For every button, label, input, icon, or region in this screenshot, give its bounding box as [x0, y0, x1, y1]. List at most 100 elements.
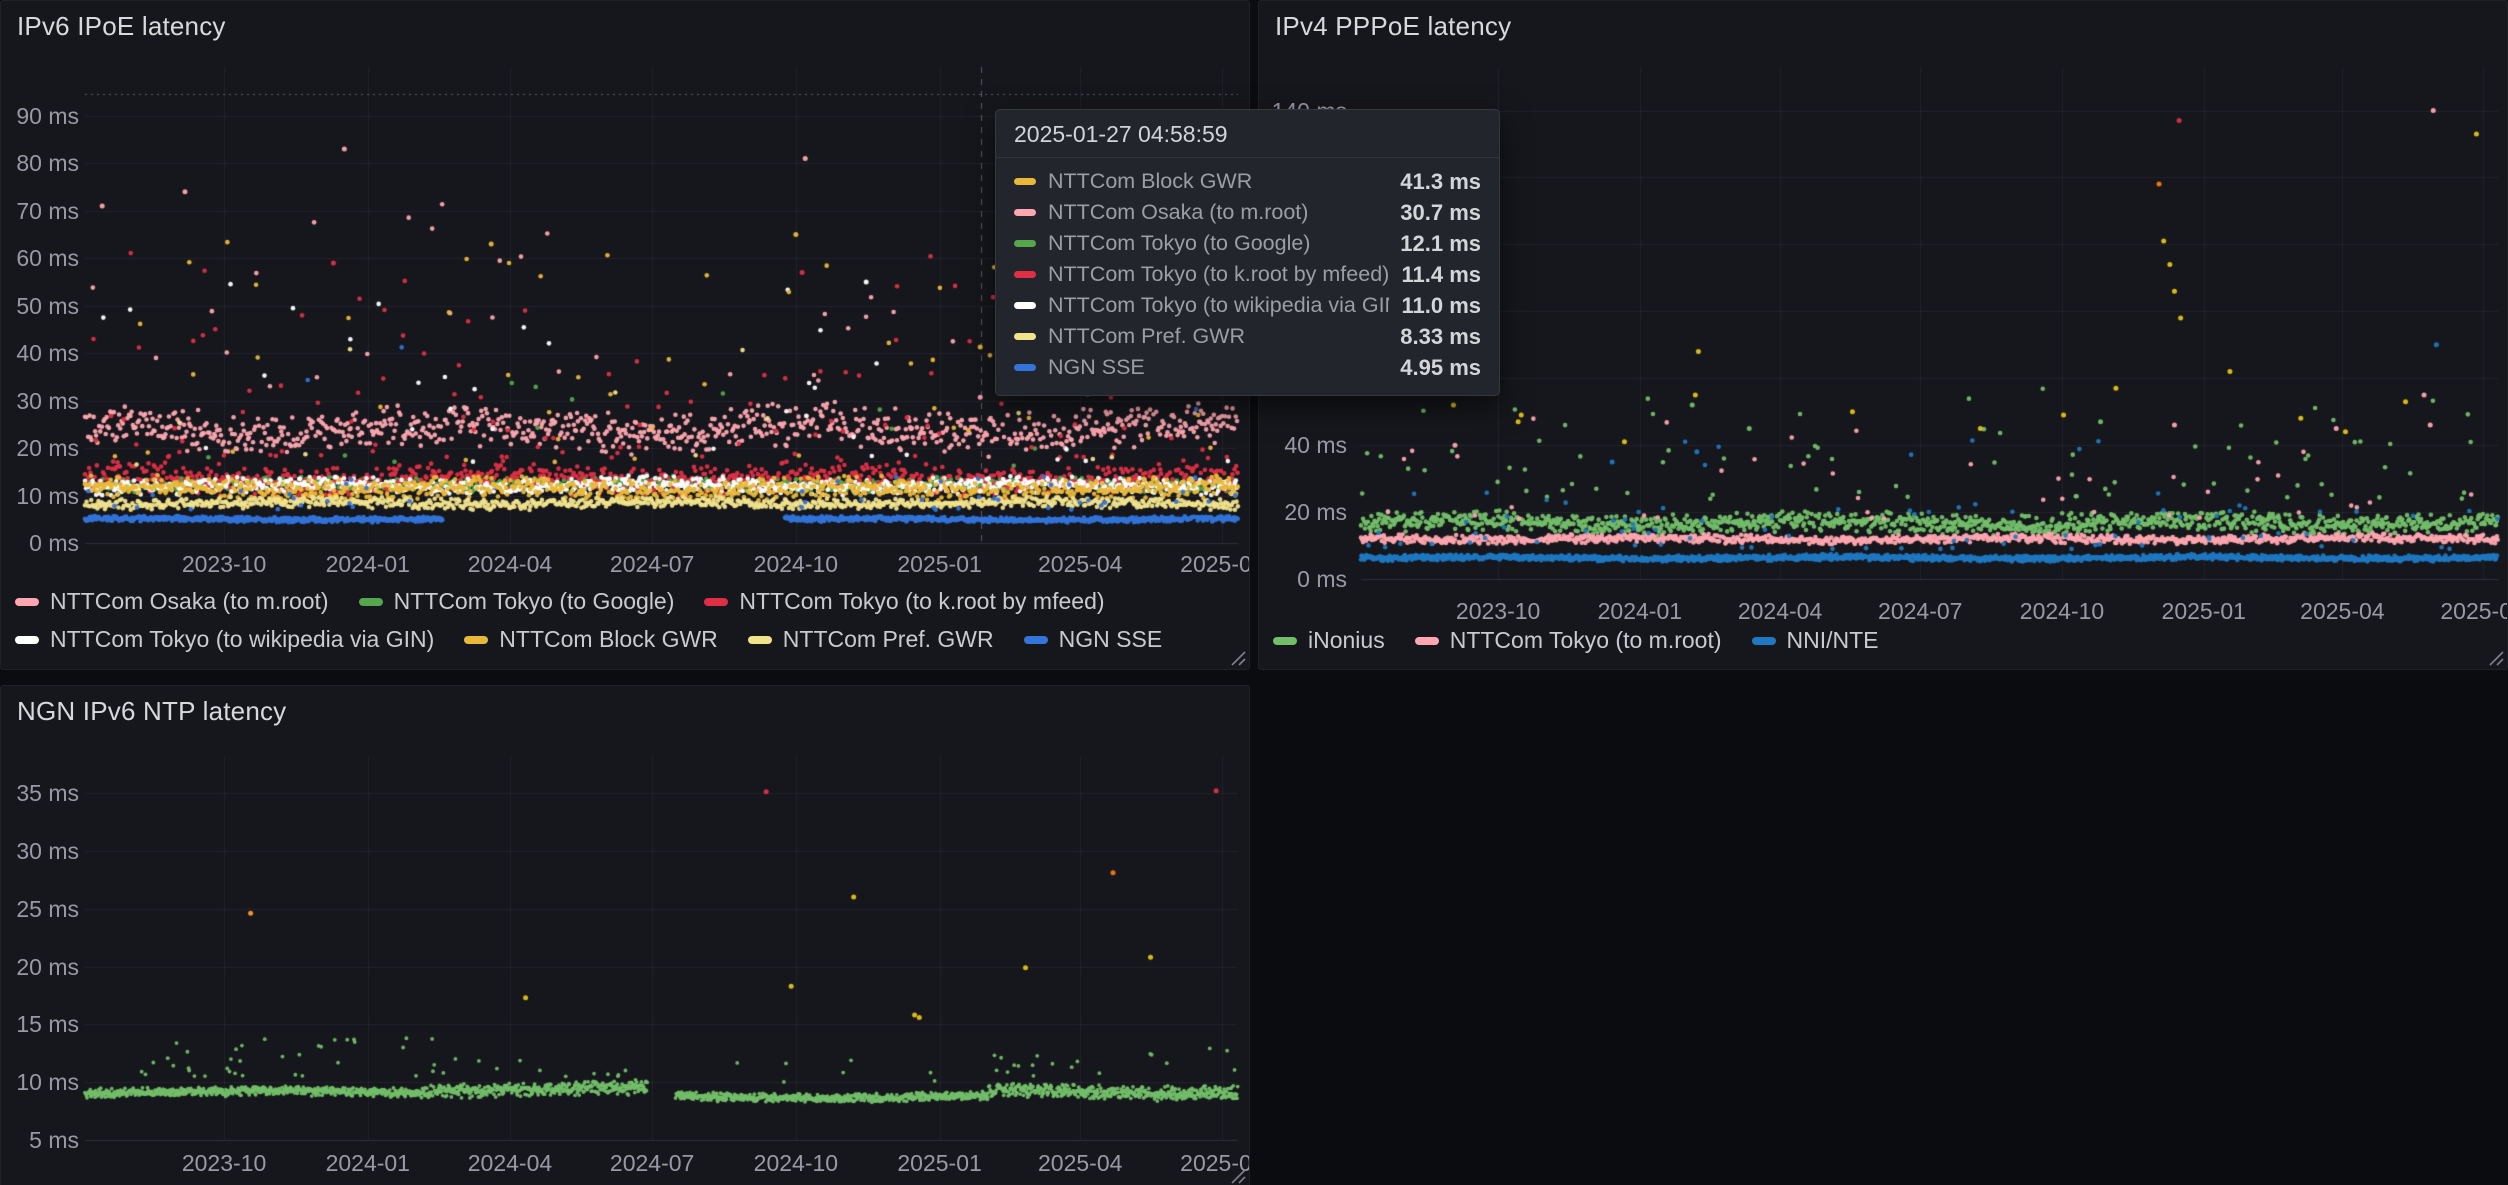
x-tick-label: 2024-04: [1738, 599, 1822, 623]
tooltip-series-row: NGN SSE 4.95 ms: [1014, 352, 1481, 383]
legend-series-chip: [15, 636, 39, 644]
grafana-dashboard: IPv6 IPoE latency 0 ms 10 ms 20 ms 30 ms 40 …: [0, 0, 2508, 1185]
x-tick-label: 2024-01: [1598, 599, 1682, 623]
tooltip-series-name: NTTCom Tokyo (to Google): [1048, 231, 1388, 256]
y-tick-label: 80 ms: [1, 151, 79, 175]
legend-series-chip: [748, 636, 772, 644]
tooltip-series-row: NTTCom Tokyo (to k.root by mfeed) 11.4 ms: [1014, 259, 1481, 290]
legend-series-label: NTTCom Tokyo (to wikipedia via GIN): [50, 627, 434, 652]
tooltip-series-row: NTTCom Osaka (to m.root) 30.7 ms: [1014, 197, 1481, 228]
legend-series-chip: [704, 598, 728, 606]
legend-series-label: NTTCom Pref. GWR: [783, 627, 994, 652]
x-tick-label: 2024-04: [468, 552, 552, 576]
x-tick-label: 2025-04: [1038, 552, 1122, 576]
y-tick-label: 40 ms: [1259, 433, 1347, 457]
x-tick-label: 2025-01: [897, 1151, 981, 1175]
legend-series-label: NTTCom Osaka (to m.root): [50, 589, 329, 614]
y-tick-label: 30 ms: [1, 839, 79, 863]
legend-item[interactable]: NTTCom Tokyo (to k.root by mfeed): [704, 589, 1104, 614]
tooltip-series-value: 41.3 ms: [1400, 169, 1481, 195]
panel-title-ipv4-pppoe[interactable]: IPv4 PPPoE latency: [1275, 11, 1511, 42]
x-tick-label: 2025-07: [1180, 552, 1250, 576]
x-tick-label: 2024-07: [610, 1151, 694, 1175]
legend-item[interactable]: NTTCom Pref. GWR: [748, 627, 994, 652]
x-tick-label: 2024-07: [1878, 599, 1962, 623]
tooltip-series-name: NTTCom Tokyo (to k.root by mfeed): [1048, 262, 1389, 287]
legend-item[interactable]: NTTCom Osaka (to m.root): [15, 589, 329, 614]
tooltip-series-value: 4.95 ms: [1400, 355, 1481, 381]
y-tick-label: 40 ms: [1, 341, 79, 365]
y-tick-label: 60 ms: [1, 246, 79, 270]
y-tick-label: 5 ms: [1, 1128, 79, 1152]
tooltip-series-row: NTTCom Tokyo (to wikipedia via GIN)11.0 …: [1014, 290, 1481, 321]
tooltip-series-value: 8.33 ms: [1400, 324, 1481, 350]
legend-item[interactable]: NGN SSE: [1024, 627, 1163, 652]
panel-resize-handle-icon[interactable]: [1230, 650, 1246, 666]
legend-series-label: NTTCom Tokyo (to m.root): [1450, 628, 1722, 653]
tooltip-series-chip: [1014, 302, 1036, 309]
panel-ngn-ipv6-ntp-latency: NGN IPv6 NTP latency 5 ms10 ms15 ms20 ms…: [0, 685, 1250, 1185]
panel-resize-handle-icon[interactable]: [1230, 1168, 1246, 1184]
x-tick-label: 2024-10: [754, 1151, 838, 1175]
x-tick-label: 2024-04: [468, 1151, 552, 1175]
legend-series-label: NNI/NTE: [1787, 628, 1879, 653]
tooltip-series-chip: [1014, 240, 1036, 247]
legend-series-chip: [1752, 637, 1776, 645]
x-tick-label: 2025-04: [1038, 1151, 1122, 1175]
y-tick-label: 50 ms: [1, 294, 79, 318]
legend-series-label: NTTCom Block GWR: [499, 627, 718, 652]
y-tick-label: 20 ms: [1259, 500, 1347, 524]
legend-series-chip: [1273, 637, 1297, 645]
tooltip-series-value: 30.7 ms: [1400, 200, 1481, 226]
legend-series-label: NTTCom Tokyo (to Google): [394, 589, 675, 614]
y-tick-label: 20 ms: [1, 955, 79, 979]
tooltip-series-list: NTTCom Block GWR41.3 msNTTCom Osaka (to …: [996, 158, 1499, 395]
x-tick-label: 2024-01: [326, 1151, 410, 1175]
hover-tooltip: 2025-01-27 04:58:59 NTTCom Block GWR 41.3…: [995, 109, 1500, 396]
y-tick-label: 25 ms: [1, 897, 79, 921]
legend-ipv4-pppoe: iNonius NTTCom Tokyo (to m.root) NNI/NTE: [1273, 628, 2497, 653]
tooltip-timestamp: 2025-01-27 04:58:59: [996, 110, 1499, 157]
y-tick-label: 30 ms: [1, 389, 79, 413]
legend-item[interactable]: iNonius: [1273, 628, 1385, 653]
legend-item[interactable]: NTTCom Tokyo (to wikipedia via GIN): [15, 627, 434, 652]
tooltip-series-row: NTTCom Tokyo (to Google)12.1 ms: [1014, 228, 1481, 259]
y-tick-label: 0 ms: [1259, 567, 1347, 591]
tooltip-series-value: 11.0 ms: [1401, 293, 1481, 319]
legend-series-label: iNonius: [1308, 628, 1385, 653]
x-tick-label: 2024-10: [2020, 599, 2104, 623]
legend-item[interactable]: NNI/NTE: [1752, 628, 1879, 653]
tooltip-series-name: NTTCom Block GWR: [1048, 169, 1388, 194]
tooltip-series-name: NTTCom Pref. GWR: [1048, 324, 1388, 349]
x-tick-label: 2023-10: [182, 1151, 266, 1175]
y-tick-label: 0 ms: [1, 531, 79, 555]
tooltip-series-value: 11.4 ms: [1401, 262, 1481, 288]
legend-item[interactable]: NTTCom Tokyo (to Google): [359, 589, 675, 614]
tooltip-series-chip: [1014, 364, 1036, 371]
x-tick-label: 2025-01: [2162, 599, 2246, 623]
legend-series-chip: [1415, 637, 1439, 645]
legend-item[interactable]: NTTCom Block GWR: [464, 627, 718, 652]
x-tick-label: 2024-10: [754, 552, 838, 576]
legend-series-label: NTTCom Tokyo (to k.root by mfeed): [739, 589, 1104, 614]
scatter-plot-ngn-ntp[interactable]: [1, 686, 1250, 1185]
y-tick-label: 10 ms: [1, 484, 79, 508]
legend-series-chip: [1024, 636, 1048, 644]
panel-title-ngn-ntp[interactable]: NGN IPv6 NTP latency: [17, 696, 286, 727]
legend-ipv6-ipoe: NTTCom Osaka (to m.root) NTTCom Tokyo (to…: [15, 589, 1239, 652]
panel-title-ipv6-ipoe[interactable]: IPv6 IPoE latency: [17, 11, 226, 42]
legend-item[interactable]: NTTCom Tokyo (to m.root): [1415, 628, 1722, 653]
tooltip-series-chip: [1014, 209, 1036, 216]
tooltip-series-name: NGN SSE: [1048, 355, 1388, 380]
tooltip-series-name: NTTCom Osaka (to m.root): [1048, 200, 1388, 225]
legend-series-chip: [359, 598, 383, 606]
y-tick-label: 70 ms: [1, 199, 79, 223]
y-tick-label: 10 ms: [1, 1070, 79, 1094]
tooltip-series-chip: [1014, 333, 1036, 340]
tooltip-series-chip: [1014, 178, 1036, 185]
legend-series-label: NGN SSE: [1059, 627, 1163, 652]
panel-resize-handle-icon[interactable]: [2488, 650, 2504, 666]
x-tick-label: 2025-01: [897, 552, 981, 576]
x-tick-label: 2024-07: [610, 552, 694, 576]
legend-series-chip: [15, 598, 39, 606]
